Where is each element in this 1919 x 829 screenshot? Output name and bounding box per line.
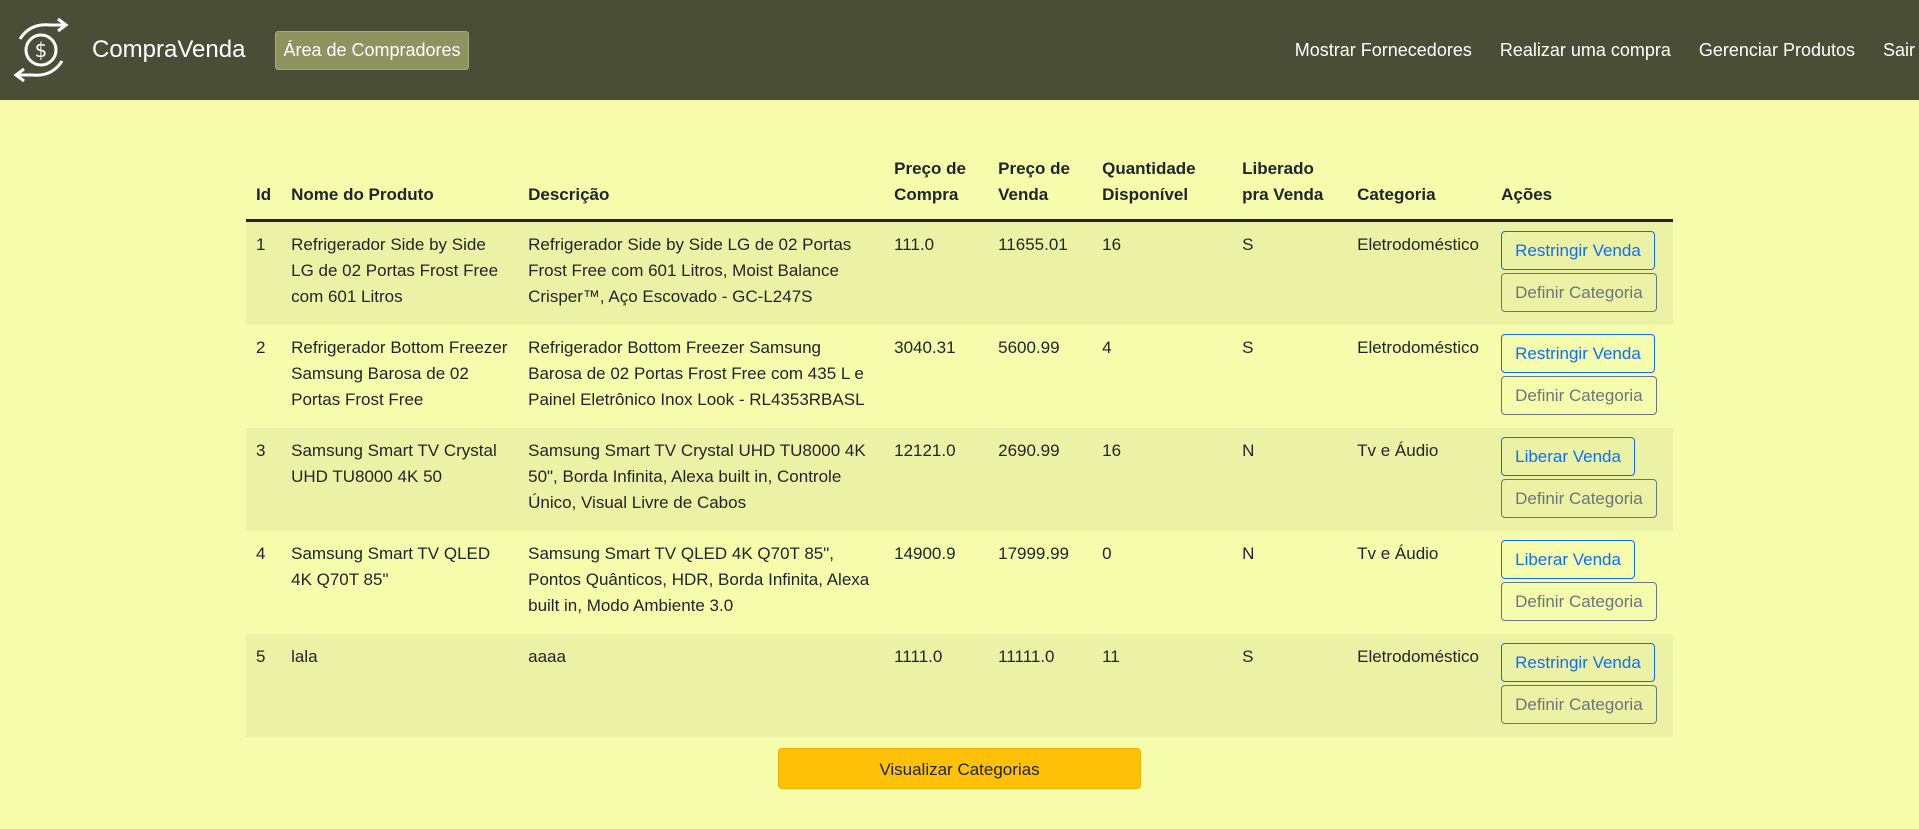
cell-id: 1 <box>256 235 266 254</box>
cell-nome: Samsung Smart TV QLED 4K Q70T 85" <box>291 544 491 589</box>
cell-descricao: Samsung Smart TV Crystal UHD TU8000 4K 5… <box>528 441 866 512</box>
header-acoes: Ações <box>1491 150 1673 222</box>
cell-preco-venda: 11655.01 <box>998 235 1068 254</box>
svg-text:$: $ <box>35 38 48 62</box>
cell-acoes: Liberar Venda Definir Categoria <box>1491 428 1673 531</box>
area-compradores-button[interactable]: Área de Compradores <box>275 30 469 70</box>
cell-preco-compra: 1111.0 <box>894 647 943 666</box>
definir-categoria-button[interactable]: Definir Categoria <box>1501 582 1657 621</box>
cell-id: 4 <box>256 544 266 563</box>
cell-nome: Refrigerador Side by Side LG de 02 Porta… <box>291 235 499 306</box>
cell-preco-venda: 17999.99 <box>998 544 1070 563</box>
cell-acoes: Liberar Venda Definir Categoria <box>1491 531 1673 634</box>
cell-liberado: S <box>1242 338 1254 357</box>
liberar-venda-button[interactable]: Liberar Venda <box>1501 437 1635 476</box>
definir-categoria-button[interactable]: Definir Categoria <box>1501 376 1657 415</box>
cell-acoes: Restringir Venda Definir Categoria <box>1491 221 1673 326</box>
cell-preco-compra: 111.0 <box>894 235 935 254</box>
nav-mostrar-fornecedores[interactable]: Mostrar Fornecedores <box>1295 40 1472 61</box>
cell-acoes: Restringir Venda Definir Categoria <box>1491 634 1673 737</box>
cell-categoria: Eletrodoméstico <box>1357 647 1479 666</box>
table-row: 2 Refrigerador Bottom Freezer Samsung Ba… <box>246 325 1673 428</box>
cell-descricao: aaaa <box>528 647 566 666</box>
cell-liberado: S <box>1242 647 1254 666</box>
products-table-container: Id Nome do Produto Descrição Preço de Co… <box>246 150 1673 737</box>
nav-sair[interactable]: Sair <box>1883 40 1915 61</box>
cell-descricao: Refrigerador Bottom Freezer Samsung Baro… <box>528 338 865 409</box>
cell-acoes: Restringir Venda Definir Categoria <box>1491 325 1673 428</box>
visualizar-categorias-button[interactable]: Visualizar Categorias <box>778 748 1141 789</box>
cell-categoria: Tv e Áudio <box>1357 441 1439 460</box>
brand[interactable]: $ CompraVenda <box>6 15 245 85</box>
cell-id: 3 <box>256 441 266 460</box>
header-categoria: Categoria <box>1347 150 1492 222</box>
cell-descricao: Refrigerador Side by Side LG de 02 Porta… <box>528 235 852 306</box>
header-preco-venda: Preço de Venda <box>988 150 1093 222</box>
liberar-venda-button[interactable]: Liberar Venda <box>1501 540 1635 579</box>
definir-categoria-button[interactable]: Definir Categoria <box>1501 479 1657 518</box>
cell-quantidade: 16 <box>1102 441 1122 460</box>
table-header-row: Id Nome do Produto Descrição Preço de Co… <box>246 150 1673 222</box>
products-table: Id Nome do Produto Descrição Preço de Co… <box>246 150 1673 737</box>
cell-preco-venda: 2690.99 <box>998 441 1060 460</box>
cell-quantidade: 0 <box>1102 544 1112 563</box>
cell-liberado: S <box>1242 235 1254 254</box>
brand-name[interactable]: CompraVenda <box>92 36 245 64</box>
cell-nome: Refrigerador Bottom Freezer Samsung Baro… <box>291 338 508 409</box>
header-id: Id <box>246 150 282 222</box>
cell-categoria: Eletrodoméstico <box>1357 235 1479 254</box>
definir-categoria-button[interactable]: Definir Categoria <box>1501 273 1657 312</box>
table-row: 5 lala aaaa 1111.0 11111.0 11 S Eletrodo… <box>246 634 1673 737</box>
cell-preco-venda: 5600.99 <box>998 338 1060 357</box>
header-nome: Nome do Produto <box>281 150 519 222</box>
cell-descricao: Samsung Smart TV QLED 4K Q70T 85", Ponto… <box>528 544 870 615</box>
cell-categoria: Eletrodoméstico <box>1357 338 1479 357</box>
cell-nome: Samsung Smart TV Crystal UHD TU8000 4K 5… <box>291 441 497 486</box>
restringir-venda-button[interactable]: Restringir Venda <box>1501 643 1655 682</box>
cell-nome: lala <box>291 647 318 666</box>
table-row: 1 Refrigerador Side by Side LG de 02 Por… <box>246 220 1673 326</box>
cell-id: 5 <box>256 647 266 666</box>
cell-preco-compra: 14900.9 <box>894 544 956 563</box>
navbar: $ CompraVenda Área de Compradores Mostra… <box>0 0 1919 100</box>
restringir-venda-button[interactable]: Restringir Venda <box>1501 231 1655 270</box>
definir-categoria-button[interactable]: Definir Categoria <box>1501 685 1657 724</box>
cell-categoria: Tv e Áudio <box>1357 544 1439 563</box>
header-quantidade: Quantidade Disponível <box>1092 150 1233 222</box>
cell-preco-compra: 3040.31 <box>894 338 956 357</box>
cell-preco-compra: 12121.0 <box>894 441 956 460</box>
cell-liberado: N <box>1242 544 1255 563</box>
cell-quantidade: 4 <box>1102 338 1112 357</box>
header-preco-compra: Preço de Compra <box>884 150 989 222</box>
nav-gerenciar-produtos[interactable]: Gerenciar Produtos <box>1699 40 1855 61</box>
cell-quantidade: 16 <box>1102 235 1122 254</box>
cell-preco-venda: 11111.0 <box>998 647 1055 666</box>
cell-quantidade: 11 <box>1102 647 1120 666</box>
cell-liberado: N <box>1242 441 1255 460</box>
cell-id: 2 <box>256 338 266 357</box>
table-row: 4 Samsung Smart TV QLED 4K Q70T 85" Sams… <box>246 531 1673 634</box>
table-row: 3 Samsung Smart TV Crystal UHD TU8000 4K… <box>246 428 1673 531</box>
header-liberado: Liberado pra Venda <box>1232 150 1348 222</box>
currency-exchange-logo-icon: $ <box>13 17 69 83</box>
nav-realizar-compra[interactable]: Realizar uma compra <box>1500 40 1671 61</box>
restringir-venda-button[interactable]: Restringir Venda <box>1501 334 1655 373</box>
header-descricao: Descrição <box>518 150 885 222</box>
nav-links: Mostrar Fornecedores Realizar uma compra… <box>1267 0 1919 100</box>
